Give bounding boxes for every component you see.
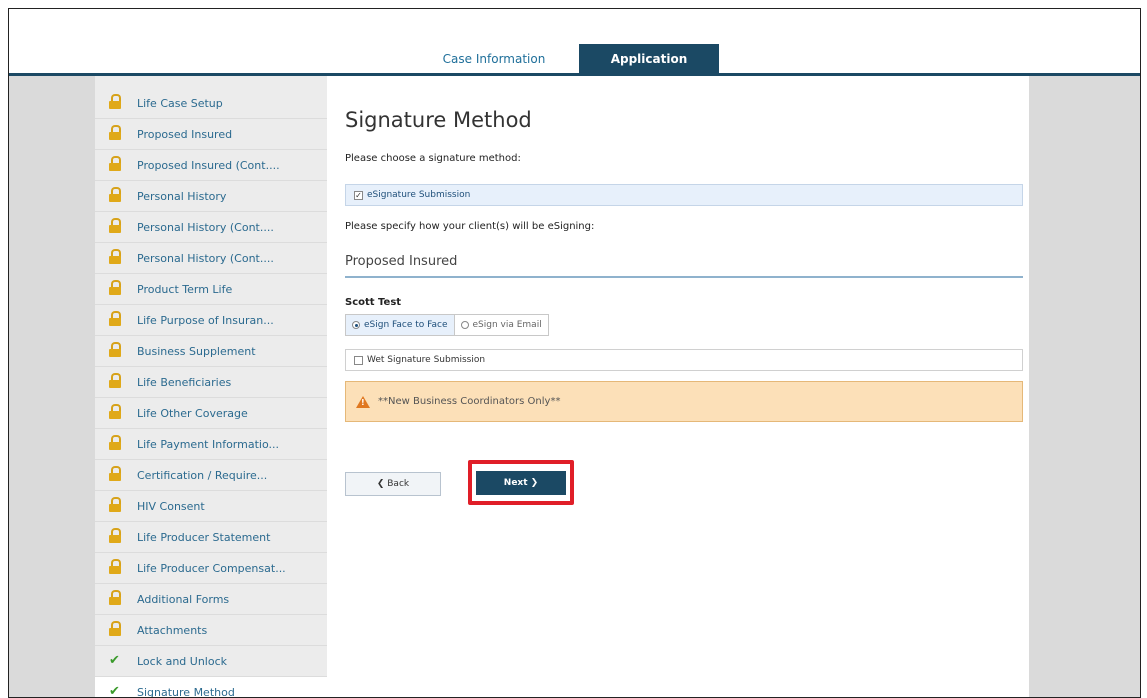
sidebar-item-label: Business Supplement bbox=[137, 345, 256, 358]
sidebar-item-label: Life Case Setup bbox=[137, 97, 223, 110]
lock-icon bbox=[109, 563, 121, 574]
esign-via-email-option[interactable]: eSign via Email bbox=[455, 314, 549, 336]
lock-icon bbox=[109, 160, 121, 171]
sidebar-item[interactable]: Additional Forms bbox=[95, 584, 327, 615]
sidebar-item-label: Life Payment Informatio... bbox=[137, 438, 279, 451]
radio-unselected-icon[interactable] bbox=[461, 321, 469, 329]
left-gutter bbox=[9, 76, 95, 698]
sidebar-item-label: Life Producer Statement bbox=[137, 531, 270, 544]
section-divider bbox=[345, 276, 1023, 278]
lock-icon bbox=[109, 377, 121, 388]
sidebar-nav: Life Case Setup Proposed Insured Proposed … bbox=[95, 76, 327, 698]
sidebar-item[interactable]: Life Beneficiaries bbox=[95, 367, 327, 398]
warning-icon: ! bbox=[356, 396, 370, 408]
lock-icon bbox=[109, 98, 121, 109]
sidebar-item[interactable]: Personal History (Cont.... bbox=[95, 212, 327, 243]
wet-signature-checkbox[interactable] bbox=[354, 356, 363, 365]
sidebar-item[interactable]: Personal History bbox=[95, 181, 327, 212]
lock-icon bbox=[109, 191, 121, 202]
lock-icon bbox=[109, 346, 121, 357]
radio-selected-icon[interactable] bbox=[352, 321, 360, 329]
wet-signature-option[interactable]: Wet Signature Submission bbox=[345, 349, 1023, 371]
warning-banner: ! **New Business Coordinators Only** bbox=[345, 381, 1023, 422]
main-content: Signature Method Please choose a signatu… bbox=[327, 76, 1029, 698]
esign-via-email-label: eSign via Email bbox=[473, 320, 542, 330]
sidebar-item[interactable]: HIV Consent bbox=[95, 491, 327, 522]
esign-face-to-face-label: eSign Face to Face bbox=[364, 320, 448, 330]
lock-icon bbox=[109, 625, 121, 636]
client-name: Scott Test bbox=[345, 297, 401, 308]
sidebar-item-label: Life Purpose of Insuran... bbox=[137, 314, 274, 327]
top-bar: Case Information Application bbox=[9, 9, 1140, 74]
lock-icon bbox=[109, 284, 121, 295]
check-icon: ✔ bbox=[109, 655, 121, 667]
lock-icon bbox=[109, 408, 121, 419]
sidebar-item-label: Life Beneficiaries bbox=[137, 376, 231, 389]
sidebar-item-label: Signature Method bbox=[137, 686, 235, 698]
sidebar-item-label: Attachments bbox=[137, 624, 207, 637]
esignature-checkbox[interactable]: ✓ bbox=[354, 191, 363, 200]
sidebar-item-label: Product Term Life bbox=[137, 283, 232, 296]
lock-icon bbox=[109, 532, 121, 543]
page-title: Signature Method bbox=[345, 108, 532, 132]
tab-case-information[interactable]: Case Information bbox=[429, 44, 559, 74]
sidebar-item-label: Proposed Insured (Cont.... bbox=[137, 159, 280, 172]
sidebar-item[interactable]: Proposed Insured (Cont.... bbox=[95, 150, 327, 181]
back-button[interactable]: ❮ Back bbox=[345, 472, 441, 496]
sidebar-item[interactable]: Product Term Life bbox=[95, 274, 327, 305]
signature-method-prompt: Please choose a signature method: bbox=[345, 153, 521, 164]
sidebar-item[interactable]: ✔ Lock and Unlock bbox=[95, 646, 327, 677]
sidebar-item-label: Proposed Insured bbox=[137, 128, 232, 141]
sidebar-item[interactable]: Certification / Require... bbox=[95, 460, 327, 491]
lock-icon bbox=[109, 253, 121, 264]
right-gutter bbox=[1029, 76, 1141, 698]
lock-icon bbox=[109, 222, 121, 233]
sidebar-item[interactable]: Life Other Coverage bbox=[95, 398, 327, 429]
sidebar-item[interactable]: Personal History (Cont.... bbox=[95, 243, 327, 274]
esignature-label: eSignature Submission bbox=[367, 190, 470, 200]
sidebar-item-label: Lock and Unlock bbox=[137, 655, 227, 668]
sidebar-item-label: HIV Consent bbox=[137, 500, 205, 513]
sidebar-item[interactable]: Attachments bbox=[95, 615, 327, 646]
sidebar-item[interactable]: Business Supplement bbox=[95, 336, 327, 367]
esign-method-prompt: Please specify how your client(s) will b… bbox=[345, 221, 594, 232]
sidebar-item[interactable]: Life Producer Statement bbox=[95, 522, 327, 553]
lock-icon bbox=[109, 439, 121, 450]
sidebar-item[interactable]: Proposed Insured bbox=[95, 119, 327, 150]
next-button[interactable]: Next ❯ bbox=[476, 471, 566, 495]
wet-signature-label: Wet Signature Submission bbox=[367, 355, 485, 365]
sidebar-item[interactable]: Life Case Setup bbox=[95, 88, 327, 119]
sidebar-item-label: Additional Forms bbox=[137, 593, 229, 606]
sidebar-item[interactable]: Life Payment Informatio... bbox=[95, 429, 327, 460]
sidebar-item[interactable]: Life Producer Compensat... bbox=[95, 553, 327, 584]
esign-face-to-face-option[interactable]: eSign Face to Face bbox=[345, 314, 455, 336]
lock-icon bbox=[109, 470, 121, 481]
sidebar-item[interactable]: Life Purpose of Insuran... bbox=[95, 305, 327, 336]
sidebar-item-label: Certification / Require... bbox=[137, 469, 267, 482]
esign-method-group: eSign Face to Face eSign via Email bbox=[345, 314, 549, 336]
esignature-option[interactable]: ✓ eSignature Submission bbox=[345, 184, 1023, 206]
sidebar-item-label: Life Other Coverage bbox=[137, 407, 248, 420]
sidebar-item-label: Life Producer Compensat... bbox=[137, 562, 286, 575]
lock-icon bbox=[109, 315, 121, 326]
app-frame: Case Information Application Life Case S… bbox=[8, 8, 1141, 698]
section-heading: Proposed Insured bbox=[345, 254, 457, 269]
lock-icon bbox=[109, 501, 121, 512]
sidebar-item-label: Personal History (Cont.... bbox=[137, 221, 274, 234]
sidebar-item-label: Personal History (Cont.... bbox=[137, 252, 274, 265]
sidebar-item-label: Personal History bbox=[137, 190, 226, 203]
lock-icon bbox=[109, 129, 121, 140]
tab-application[interactable]: Application bbox=[579, 44, 719, 74]
lock-icon bbox=[109, 594, 121, 605]
warning-text: **New Business Coordinators Only** bbox=[378, 396, 560, 407]
